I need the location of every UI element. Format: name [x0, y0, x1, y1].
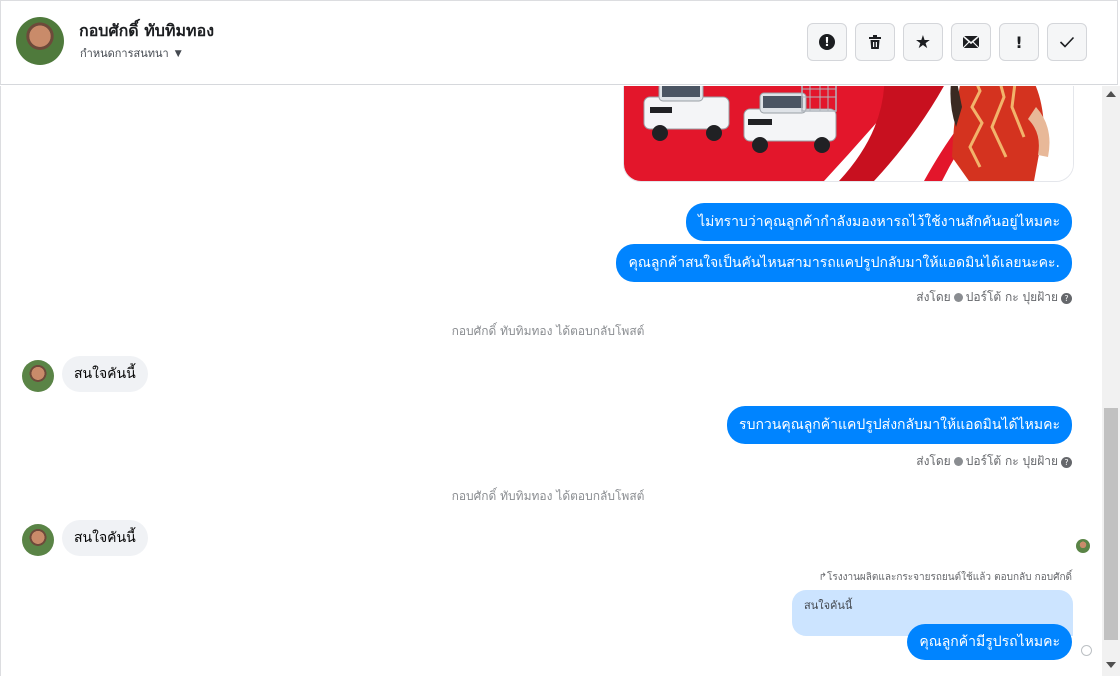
follow-up-button[interactable]: ! [999, 23, 1039, 61]
star-icon: ★ [914, 31, 932, 53]
trash-icon [869, 35, 881, 49]
contact-avatar[interactable] [16, 17, 64, 65]
contact-avatar-small[interactable] [22, 524, 54, 556]
incoming-message[interactable]: สนใจคันนี้ [62, 520, 148, 556]
outgoing-message[interactable]: คุณลูกค้าสนใจเป็นคันไหนสามารถแคปรูปกลับม… [616, 244, 1072, 282]
caret-down-icon: ▼ [174, 49, 182, 59]
message-thread[interactable]: ไม่ทราบว่าคุณลูกค้ากำลังมองหารถไว้ใช้งาน… [0, 86, 1102, 676]
system-note: กอบศักดิ์ ทับทิมทอง ได้ตอบกลับโพสต์ [451, 489, 645, 503]
scrollbar-thumb[interactable] [1104, 408, 1118, 640]
contact-name[interactable]: กอบศักดิ์ ทับทิมทอง [79, 19, 214, 44]
sent-check-icon [953, 293, 963, 302]
mark-unread-button[interactable] [951, 23, 991, 61]
star-button[interactable]: ★ [903, 23, 943, 61]
delivered-check-icon [1081, 645, 1092, 656]
quoted-text: สนใจคันนี้ [804, 599, 853, 612]
help-icon[interactable]: ? [1061, 293, 1072, 304]
help-icon[interactable]: ? [1061, 457, 1072, 468]
conversation-header: กอบศักดิ์ ทับทิมทอง กำหนดการสนทนา ▼ ! ★ ! [0, 0, 1118, 85]
read-receipt-avatar [1076, 539, 1090, 553]
outgoing-message[interactable]: ไม่ทราบว่าคุณลูกค้ากำลังมองหารถไว้ใช้งาน… [686, 203, 1072, 241]
sent-by-name: ปอร์โต้ กะ ปุยฝ้าย [965, 290, 1058, 304]
mark-done-button[interactable] [1047, 23, 1087, 61]
shared-post-image[interactable] [623, 86, 1074, 182]
outgoing-message[interactable]: รบกวนคุณลูกค้าแคปรูปส่งกลับมาให้แอดมินได… [727, 406, 1072, 444]
scroll-up-icon[interactable] [1106, 91, 1116, 97]
sent-by-name: ปอร์โต้ กะ ปุยฝ้าย [965, 454, 1058, 468]
conversation-assign-dropdown[interactable]: กำหนดการสนทนา ▼ [80, 44, 182, 62]
sent-by-prefix: ส่งโดย [916, 290, 951, 304]
sent-by-label: ส่งโดย ปอร์โต้ กะ ปุยฝ้าย? [916, 452, 1072, 471]
outgoing-message[interactable]: คุณลูกค้ามีรูปรถไหมคะ [907, 624, 1072, 660]
sent-by-prefix: ส่งโดย [916, 454, 951, 468]
check-icon [1059, 36, 1075, 48]
contact-avatar-small[interactable] [22, 360, 54, 392]
incoming-message[interactable]: สนใจคันนี้ [62, 356, 148, 392]
envelope-icon [962, 35, 980, 49]
exclamation-icon: ! [1015, 32, 1023, 52]
chat-scrollbar[interactable] [1102, 86, 1120, 676]
mark-spam-button[interactable]: ! [807, 23, 847, 61]
car-advert-image [624, 86, 1073, 181]
sent-by-label: ส่งโดย ปอร์โต้ กะ ปุยฝ้าย? [916, 288, 1072, 307]
reply-context-label: ↱โรงงานผลิตและกระจายรถยนต์ใช้แล้ว ตอบกลั… [818, 572, 1072, 583]
alert-circle-icon: ! [819, 34, 835, 50]
delete-button[interactable] [855, 23, 895, 61]
scroll-down-icon[interactable] [1106, 662, 1116, 668]
sent-check-icon [953, 457, 963, 466]
system-note: กอบศักดิ์ ทับทิมทอง ได้ตอบกลับโพสต์ [451, 324, 645, 338]
assign-label: กำหนดการสนทนา [80, 47, 169, 60]
